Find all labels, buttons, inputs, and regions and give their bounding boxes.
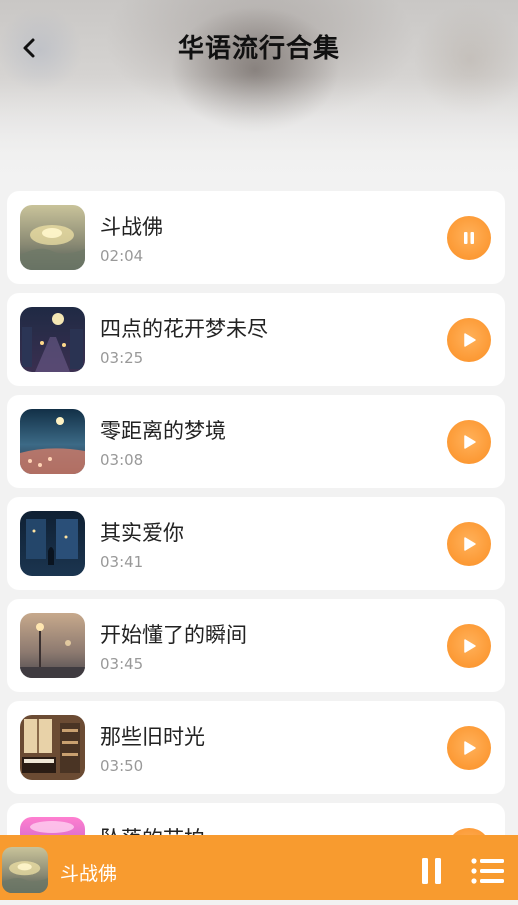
play-icon <box>464 741 476 755</box>
song-item[interactable]: 其实爱你 03:41 <box>7 497 505 590</box>
pause-icon <box>464 232 474 244</box>
song-title: 四点的花开梦未尽 <box>100 317 268 341</box>
play-button[interactable] <box>447 318 491 362</box>
play-button[interactable] <box>447 624 491 668</box>
play-icon <box>464 537 476 551</box>
song-item[interactable]: 斗战佛 02:04 <box>7 191 505 284</box>
song-cover <box>20 307 85 372</box>
song-cover <box>20 511 85 576</box>
play-button[interactable] <box>447 726 491 770</box>
song-item[interactable]: 零距离的梦境 03:08 <box>7 395 505 488</box>
song-cover <box>20 613 85 678</box>
play-icon <box>464 639 476 653</box>
page-title: 华语流行合集 <box>177 34 340 64</box>
song-cover <box>20 205 85 270</box>
song-title: 斗战佛 <box>100 215 163 239</box>
song-item[interactable]: 开始懂了的瞬间 03:45 <box>7 599 505 692</box>
song-title: 开始懂了的瞬间 <box>100 623 247 647</box>
song-item[interactable]: 那些旧时光 03:50 <box>7 701 505 794</box>
song-cover <box>20 715 85 780</box>
song-duration: 03:45 <box>100 655 144 673</box>
play-button[interactable] <box>447 522 491 566</box>
song-title: 其实爱你 <box>100 521 184 545</box>
play-icon <box>464 333 476 347</box>
song-title: 那些旧时光 <box>100 725 205 749</box>
song-list: 斗战佛 02:04 四点的花开梦未尽 03:25 零距离的梦境 03:08 其实… <box>7 191 505 905</box>
player-cover <box>2 847 48 893</box>
song-duration: 03:50 <box>100 757 144 775</box>
song-cover <box>20 409 85 474</box>
player-pause-button[interactable] <box>418 855 446 887</box>
song-duration: 02:04 <box>100 247 144 265</box>
play-button[interactable] <box>447 420 491 464</box>
playlist-button[interactable] <box>470 856 506 886</box>
song-duration: 03:41 <box>100 553 144 571</box>
song-duration: 03:25 <box>100 349 144 367</box>
pause-button[interactable] <box>447 216 491 260</box>
song-title: 零距离的梦境 <box>100 419 226 443</box>
song-duration: 03:08 <box>100 451 144 469</box>
song-item[interactable]: 四点的花开梦未尽 03:25 <box>7 293 505 386</box>
player-song-title: 斗战佛 <box>60 863 118 885</box>
mini-player[interactable]: 斗战佛 <box>0 835 518 900</box>
play-icon <box>464 435 476 449</box>
pause-icon <box>422 858 441 884</box>
playlist-icon <box>471 858 504 884</box>
